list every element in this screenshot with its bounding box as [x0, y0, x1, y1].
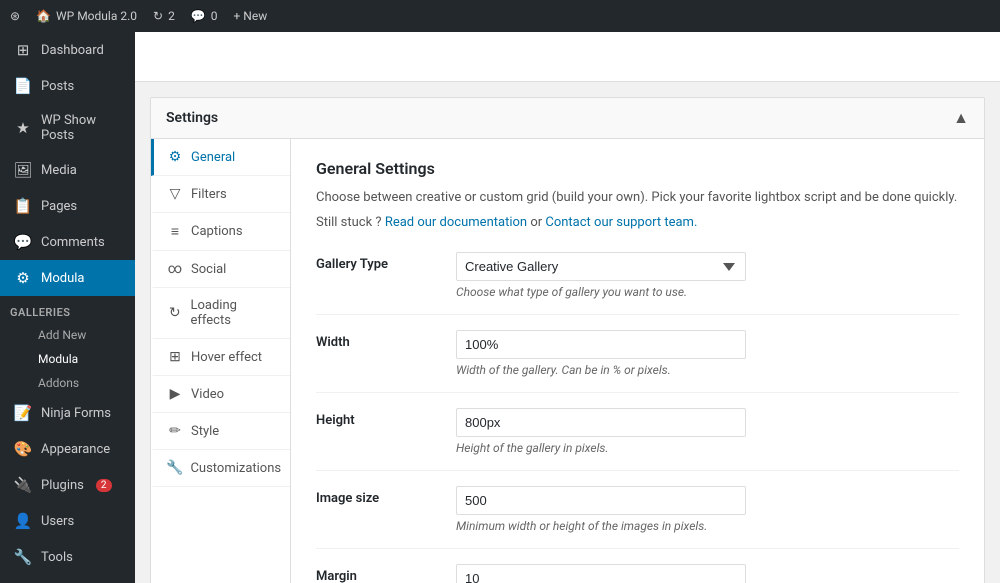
general-settings-desc2: Still stuck ? Read our documentation or … [316, 213, 959, 233]
sidebar-sub-modula[interactable]: Modula [0, 347, 135, 371]
gallery-type-label: Gallery Type [316, 252, 456, 272]
image-size-row: Image size Minimum width or height of th… [316, 471, 959, 549]
appearance-icon: 🎨 [13, 440, 33, 458]
media-icon: 🖼 [13, 161, 33, 179]
comments-item[interactable]: 💬 0 [191, 9, 218, 23]
users-icon: 👤 [13, 512, 33, 530]
sidebar-item-posts[interactable]: 📄 Posts [0, 68, 135, 104]
width-input[interactable] [456, 330, 746, 359]
sidebar-sub-add-new[interactable]: Add New [0, 323, 135, 347]
settings-nav-hover-effect[interactable]: ⊞ Hover effect [151, 339, 290, 376]
admin-bar: ⊛ 🏠 WP Modula 2.0 ↻ 2 💬 0 + New [0, 0, 1000, 32]
settings-main: General Settings Choose between creative… [291, 139, 984, 583]
width-hint: Width of the gallery. Can be in % or pix… [456, 363, 959, 377]
settings-nav-video[interactable]: ▶ Video [151, 376, 290, 413]
style-nav-icon: ✏ [166, 423, 184, 439]
customizations-nav-icon: 🔧 [166, 460, 183, 476]
settings-container: Settings ▲ ⚙ General ▽ Filters ≡ [150, 97, 985, 583]
wp-logo[interactable]: ⊛ [10, 9, 20, 23]
image-size-hint: Minimum width or height of the images in… [456, 519, 959, 533]
settings-collapse-button[interactable]: ▲ [953, 108, 969, 128]
tools-icon: 🔧 [13, 548, 33, 566]
comment-icon: 💬 [191, 9, 206, 23]
site-name[interactable]: 🏠 WP Modula 2.0 [36, 9, 137, 23]
site-icon: 🏠 [36, 9, 51, 23]
doc-link[interactable]: Read our documentation [385, 215, 527, 230]
settings-nav-captions[interactable]: ≡ Captions [151, 213, 290, 251]
settings-title: Settings [166, 110, 218, 126]
captions-nav-icon: ≡ [166, 223, 184, 240]
sidebar-item-ninja-forms[interactable]: 📝 Ninja Forms [0, 395, 135, 431]
margin-label: Margin [316, 564, 456, 583]
sidebar-item-tools[interactable]: 🔧 Tools [0, 539, 135, 575]
width-field: Width of the gallery. Can be in % or pix… [456, 330, 959, 377]
sidebar-item-comments[interactable]: 💬 Comments [0, 224, 135, 260]
height-label: Height [316, 408, 456, 428]
filters-nav-icon: ▽ [166, 186, 184, 202]
margin-input[interactable] [456, 564, 746, 583]
settings-nav-social[interactable]: ∞ Social [151, 251, 290, 288]
sidebar-item-plugins[interactable]: 🔌 Plugins 2 [0, 467, 135, 503]
loading-effects-nav-icon: ↻ [166, 305, 183, 321]
settings-nav-general[interactable]: ⚙ General [151, 139, 290, 176]
sidebar-item-dashboard[interactable]: ⊞ Dashboard [0, 32, 135, 68]
settings-header: Settings ▲ [151, 98, 984, 139]
gallery-type-field: Creative Gallery Custom Grid Choose what… [456, 252, 959, 299]
hover-effect-nav-icon: ⊞ [166, 349, 184, 365]
new-item[interactable]: + New [234, 9, 268, 23]
height-field: Height of the gallery in pixels. [456, 408, 959, 455]
wp-icon: ⊛ [10, 9, 20, 23]
sidebar-item-appearance[interactable]: 🎨 Appearance [0, 431, 135, 467]
sidebar-item-users[interactable]: 👤 Users [0, 503, 135, 539]
sidebar-sub-addons[interactable]: Addons [0, 371, 135, 395]
image-size-field: Minimum width or height of the images in… [456, 486, 959, 533]
image-size-label: Image size [316, 486, 456, 506]
gallery-type-row: Gallery Type Creative Gallery Custom Gri… [316, 237, 959, 315]
galleries-label: Galleries [0, 296, 135, 323]
video-nav-icon: ▶ [166, 386, 184, 402]
settings-nav-filters[interactable]: ▽ Filters [151, 176, 290, 213]
settings-body: ⚙ General ▽ Filters ≡ Captions ∞ Social [151, 139, 984, 583]
general-settings-title: General Settings [316, 159, 959, 178]
settings-nav-style[interactable]: ✏ Style [151, 413, 290, 450]
content-area: Settings ▲ ⚙ General ▽ Filters ≡ [135, 32, 1000, 583]
margin-field: Margin between images in pixels. [456, 564, 959, 583]
updates-icon: ↻ [153, 9, 163, 23]
general-settings-desc1: Choose between creative or custom grid (… [316, 188, 959, 208]
image-size-input[interactable] [456, 486, 746, 515]
general-nav-icon: ⚙ [166, 149, 184, 165]
sidebar-item-settings[interactable]: ⚙ Settings [0, 575, 135, 583]
settings-nav-loading-effects[interactable]: ↻ Loading effects [151, 288, 290, 339]
settings-nav-customizations[interactable]: 🔧 Customizations [151, 450, 290, 487]
width-row: Width Width of the gallery. Can be in % … [316, 315, 959, 393]
star-icon: ★ [13, 119, 33, 137]
updates-item[interactable]: ↻ 2 [153, 9, 175, 23]
sidebar-item-modula[interactable]: ⚙ Modula [0, 260, 135, 296]
modula-icon: ⚙ [13, 269, 33, 287]
social-nav-icon: ∞ [166, 261, 184, 277]
pages-icon: 📋 [13, 197, 33, 215]
comments-icon: 💬 [13, 233, 33, 251]
sidebar-item-pages[interactable]: 📋 Pages [0, 188, 135, 224]
sidebar-item-wp-show-posts[interactable]: ★ WP Show Posts [0, 104, 135, 152]
height-input[interactable] [456, 408, 746, 437]
sidebar: ⊞ Dashboard 📄 Posts ★ WP Show Posts 🖼 Me… [0, 32, 135, 583]
plugins-badge: 2 [96, 479, 112, 492]
sidebar-item-media[interactable]: 🖼 Media [0, 152, 135, 188]
plugins-icon: 🔌 [13, 476, 33, 494]
height-row: Height Height of the gallery in pixels. [316, 393, 959, 471]
dashboard-icon: ⊞ [13, 41, 33, 59]
gallery-type-hint: Choose what type of gallery you want to … [456, 285, 959, 299]
support-link[interactable]: Contact our support team. [545, 215, 697, 230]
top-bar [135, 32, 1000, 82]
main-layout: ⊞ Dashboard 📄 Posts ★ WP Show Posts 🖼 Me… [0, 32, 1000, 583]
height-hint: Height of the gallery in pixels. [456, 441, 959, 455]
posts-icon: 📄 [13, 77, 33, 95]
width-label: Width [316, 330, 456, 350]
gallery-type-select[interactable]: Creative Gallery Custom Grid [456, 252, 746, 281]
settings-nav: ⚙ General ▽ Filters ≡ Captions ∞ Social [151, 139, 291, 583]
margin-row: Margin Margin between images in pixels. [316, 549, 959, 583]
ninja-forms-icon: 📝 [13, 404, 33, 422]
